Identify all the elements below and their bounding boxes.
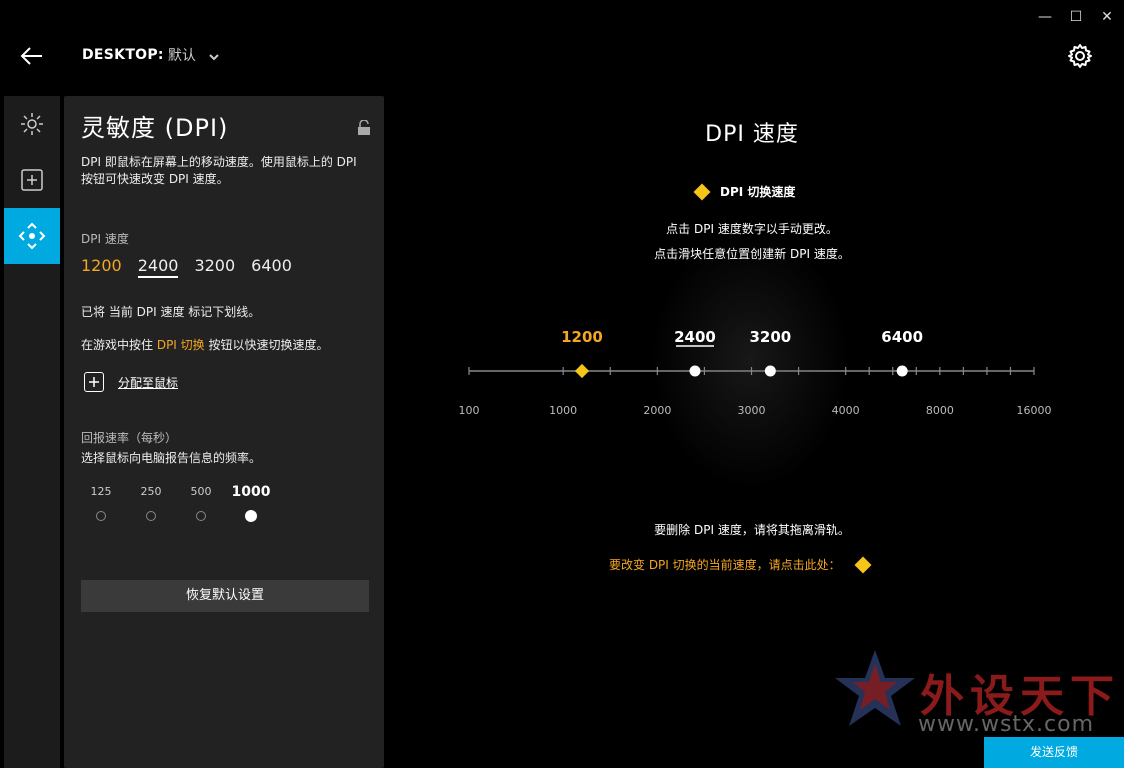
close-button[interactable]: ✕ [1098,8,1116,26]
delete-dpi-note: 要删除 DPI 速度，请将其拖离滑轨。 [654,523,850,537]
sensitivity-panel: 灵敏度 (DPI) DPI 即鼠标在屏幕上的移动速度。使用鼠标上的 DPI 按钮… [64,96,384,768]
dpi-value-3200[interactable]: 3200 [194,256,235,278]
dpi-slider[interactable]: 100 1000 2000 3000 4000 8000 16000 1200 2400 320… [440,320,1080,430]
panel-description: DPI 即鼠标在屏幕上的移动速度。使用鼠标上的 DPI 按钮可快速改变 DPI … [81,155,357,186]
dpi-stage-handle-3200[interactable] [764,365,776,377]
back-arrow-icon[interactable] [18,42,46,70]
dpi-stage-label-1200[interactable]: 1200 [561,328,603,346]
report-rate-label: 125 [90,485,112,498]
main-title: DPI 速度 [705,122,799,147]
instruction-create: 点击滑块任意位置创建新 DPI 速度。 [654,247,850,261]
slider-axis-label: 1000 [549,404,577,417]
profile-selector[interactable]: DESKTOP: 默认 [82,45,222,65]
profile-value: 默认 [167,48,196,64]
radio-dot [96,511,106,521]
panel-title: 灵敏度 (DPI) [81,114,229,142]
switch-note-text: 在游戏中按住 [81,338,157,352]
switch-note-highlight: DPI 切换 [156,338,205,352]
dpi-value-6400[interactable]: 6400 [251,256,292,278]
assignments-tab[interactable] [4,152,60,208]
instruction-edit: 点击 DPI 速度数字以手动更改。 [666,222,838,236]
left-rail [4,96,60,768]
dpi-stage-handle-1200[interactable] [574,363,590,379]
dpi-stage-label-2400[interactable]: 2400 [674,328,716,346]
dpi-value-list: 1200 2400 3200 6400 [81,256,292,278]
dpi-stage-handle-6400[interactable] [896,365,908,377]
send-feedback-button[interactable]: 发送反馈 [984,737,1124,768]
report-rate-250[interactable]: 250 [131,484,171,521]
report-rate-label: 500 [190,485,212,498]
current-dpi-note: 已将 当前 DPI 速度 标记下划线。 [81,305,261,319]
plus-box-icon [21,169,43,191]
assign-label: 分配至鼠标 [118,375,179,390]
sensitivity-tab[interactable] [4,208,60,264]
change-switch-label: 要改变 DPI 切换的当前速度，请点击此处： [609,558,841,572]
report-rate-label: 250 [140,485,162,498]
change-switch-note: 要改变 DPI 切换的当前速度，请点击此处： [609,556,872,573]
maximize-button[interactable]: ☐ [1067,8,1085,26]
dpi-switch-note: 在游戏中按住 DPI 切换 按钮以快速切换速度。 [81,336,329,353]
watermark-url: www.wstx.com [918,712,1095,737]
report-rate-title: 回报速率（每秒） [81,431,178,445]
dpi-switch-legend: DPI 切换速度 [693,183,796,200]
assign-to-mouse-button[interactable]: 分配至鼠标 [84,372,178,392]
dpi-section-label: DPI 速度 [81,232,129,246]
plus-box-icon [84,372,104,392]
move-arrows-icon [18,222,46,250]
dpi-switch-legend-label: DPI 切换速度 [720,185,796,199]
profile-label: DESKTOP: [82,47,164,63]
slider-axis-label: 4000 [832,404,860,417]
dpi-stage-label-6400[interactable]: 6400 [881,328,923,346]
report-rate-1000[interactable]: 1000 [231,484,271,522]
dpi-value-1200[interactable]: 1200 [81,256,122,278]
slider-axis-labels: 100 1000 2000 3000 4000 8000 16000 [459,404,1052,417]
radio-dot [245,510,257,522]
report-rate-description: 选择鼠标向电脑报告信息的频率。 [81,451,262,465]
report-rate-500[interactable]: 500 [181,484,221,521]
minimize-button[interactable]: — [1036,8,1054,26]
slider-axis-label: 2000 [643,404,671,417]
reset-defaults-button[interactable]: 恢复默认设置 [81,580,369,612]
slider-axis-label: 8000 [926,404,954,417]
dpi-value-2400[interactable]: 2400 [137,256,179,278]
gear-icon[interactable] [1066,42,1094,70]
radio-dot [146,511,156,521]
lock-icon[interactable] [357,119,371,136]
slider-axis-label: 16000 [1017,404,1052,417]
slider-axis-label: 3000 [738,404,766,417]
chevron-down-icon [209,53,219,60]
report-rate-125[interactable]: 125 [81,484,121,521]
slider-axis-label: 100 [459,404,480,417]
diamond-icon [693,183,711,200]
lighting-tab[interactable] [4,96,60,152]
slider-stage-labels: 1200 2400 3200 6400 [561,328,923,347]
dpi-stage-handle-2400[interactable] [689,365,701,377]
report-rate-label: 1000 [231,484,271,500]
dpi-stage-label-3200[interactable]: 3200 [749,328,791,346]
diamond-icon[interactable] [854,556,872,573]
switch-note-text-end: 按钮以快速切换速度。 [204,338,329,352]
sun-icon [21,113,43,135]
radio-dot [196,511,206,521]
